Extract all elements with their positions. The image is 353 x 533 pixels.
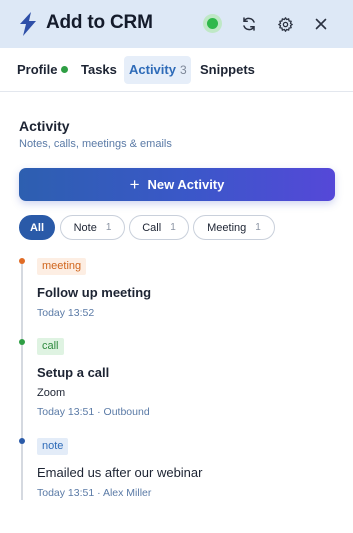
- tab-bar: Profile Tasks Activity 3 Snippets: [0, 48, 353, 92]
- activity-type-badge: meeting: [37, 258, 87, 275]
- section-title: Activity: [19, 118, 70, 134]
- filter-count: 1: [255, 222, 261, 233]
- filter-label: Meeting: [207, 221, 247, 234]
- header-bar: Add to CRM: [0, 0, 353, 48]
- activity-title[interactable]: Emailed us after our webinar: [37, 465, 202, 480]
- activity-title[interactable]: Follow up meeting: [37, 285, 151, 300]
- tab-tasks[interactable]: Tasks: [81, 56, 117, 84]
- new-activity-label: New Activity: [147, 177, 225, 192]
- filter-label: Note: [73, 221, 97, 234]
- activity-meta: Today 13:51 · Outbound: [37, 406, 150, 418]
- filter-count: 1: [105, 222, 112, 233]
- filter-note[interactable]: Note 1: [60, 215, 125, 240]
- status-indicator-icon: [203, 14, 222, 33]
- refresh-button[interactable]: [238, 13, 260, 35]
- filter-label: Call: [142, 221, 162, 234]
- filter-call[interactable]: Call 1: [129, 215, 189, 240]
- close-button[interactable]: [310, 13, 332, 35]
- tab-snippets[interactable]: Snippets: [200, 56, 255, 84]
- timeline-line: [21, 260, 23, 500]
- plus-icon: +: [129, 175, 140, 194]
- timeline-dot-icon: [19, 438, 25, 444]
- filter-label: All: [29, 221, 45, 234]
- filter-count: 1: [170, 222, 176, 233]
- refresh-icon: [243, 17, 255, 31]
- tab-label: Profile: [17, 62, 58, 77]
- activity-description: Zoom: [37, 387, 66, 399]
- activity-type-badge: call: [37, 338, 64, 355]
- tab-profile[interactable]: Profile: [17, 56, 69, 84]
- lightning-icon: [20, 12, 36, 36]
- activity-meta: Today 13:52: [37, 307, 95, 319]
- online-dot-icon: [61, 66, 69, 73]
- section-subtitle: Notes, calls, meetings & emails: [19, 138, 172, 150]
- activity-meta: Today 13:51 · Alex Miller: [37, 487, 152, 499]
- new-activity-button[interactable]: + New Activity: [19, 168, 335, 201]
- gear-icon: [277, 16, 293, 32]
- tab-label: Activity: [129, 62, 176, 77]
- tab-label: Tasks: [81, 62, 117, 77]
- close-icon: [315, 18, 327, 30]
- tab-count: 3: [179, 63, 187, 77]
- tab-activity[interactable]: Activity 3: [124, 56, 191, 84]
- timeline-dot-icon: [19, 339, 25, 345]
- activity-type-badge: note: [37, 438, 69, 455]
- timeline-dot-icon: [19, 258, 25, 264]
- tab-label: Snippets: [200, 62, 255, 77]
- filter-meeting[interactable]: Meeting 1: [193, 215, 275, 240]
- filter-all[interactable]: All: [19, 215, 55, 240]
- activity-title[interactable]: Setup a call: [37, 365, 109, 380]
- settings-button[interactable]: [274, 13, 296, 35]
- app-title: Add to CRM: [46, 12, 153, 33]
